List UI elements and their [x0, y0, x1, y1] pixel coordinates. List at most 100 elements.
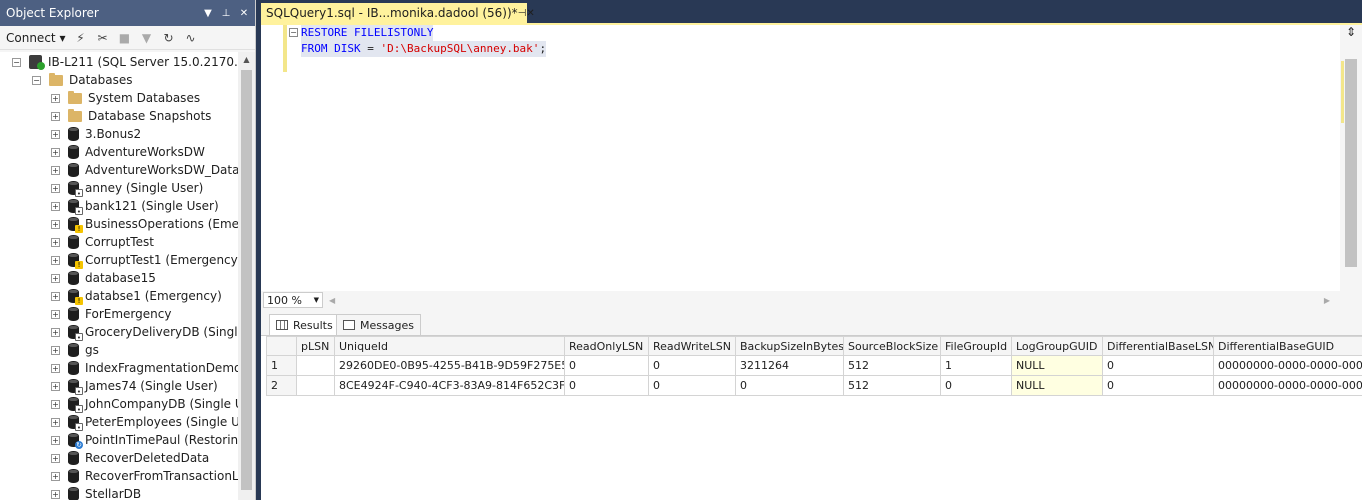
column-header[interactable]: FileGroupId — [940, 336, 1012, 356]
object-explorer-scrollbar[interactable]: ▲ — [238, 52, 255, 500]
scroll-left-icon[interactable]: ◀ — [329, 296, 335, 305]
scroll-right-icon[interactable]: ▶ — [1324, 296, 1330, 305]
table-cell[interactable]: 0 — [1102, 355, 1214, 376]
table-cell[interactable] — [296, 375, 335, 396]
expand-icon[interactable]: + — [51, 165, 60, 175]
close-icon[interactable]: ✕ — [237, 8, 251, 19]
table-cell[interactable]: NULL — [1011, 355, 1103, 376]
pin-icon[interactable]: ⊥ — [219, 8, 233, 19]
tree-item[interactable]: + database15 — [51, 269, 156, 287]
tree-item[interactable]: + System Databases — [51, 89, 200, 107]
tree-item[interactable]: + •PeterEmployees (Single User — [51, 413, 238, 432]
tree-item[interactable]: + gs — [51, 341, 99, 359]
table-cell[interactable]: 8CE4924F-C940-4CF3-83A9-814F652C3FA4 — [334, 375, 565, 396]
editor-vertical-scrollbar[interactable]: ⇕ — [1340, 25, 1362, 291]
table-cell[interactable]: 0 — [564, 375, 649, 396]
stop-icon[interactable]: ■ — [117, 31, 131, 45]
expand-icon[interactable]: + — [51, 93, 60, 103]
table-row[interactable]: 2 8CE4924F-C940-4CF3-83A9-814F652C3FA4 0 0 0… — [266, 375, 1362, 396]
tree-item[interactable]: + IndexFragmentationDemo — [51, 359, 238, 377]
table-cell[interactable]: 3211264 — [735, 355, 844, 376]
expand-icon[interactable]: + — [51, 345, 60, 355]
disconnect-icon[interactable]: ✂ — [95, 31, 109, 45]
table-cell[interactable]: 00000000-0000-0000-0000 — [1213, 355, 1362, 376]
table-cell[interactable]: NULL — [1011, 375, 1103, 396]
table-cell[interactable]: 1 — [940, 355, 1012, 376]
tree-item[interactable]: + CorruptTest — [51, 233, 154, 251]
tree-item[interactable]: + StellarDB — [51, 485, 141, 500]
column-header[interactable] — [266, 336, 297, 356]
expand-icon[interactable]: + — [51, 201, 60, 211]
table-cell[interactable]: 0 — [1102, 375, 1214, 396]
expand-icon[interactable]: + — [51, 255, 60, 265]
expand-icon[interactable]: + — [51, 471, 60, 481]
expand-icon[interactable]: + — [51, 453, 60, 463]
tree-item[interactable]: + AdventureWorksDW — [51, 143, 205, 161]
table-cell[interactable]: 0 — [648, 375, 736, 396]
expand-icon[interactable]: + — [51, 183, 60, 193]
tree-server-node[interactable]: − IB-L211 (SQL Server 15.0.2170.1 - STE — [12, 53, 238, 71]
editor-scrollbar-thumb[interactable] — [1345, 59, 1357, 267]
column-header[interactable]: SourceBlockSize — [843, 336, 941, 356]
expand-icon[interactable]: + — [51, 291, 60, 301]
activity-monitor-icon[interactable]: ∿ — [183, 31, 197, 45]
collapse-icon[interactable]: − — [32, 75, 41, 85]
tree-item[interactable]: + ForEmergency — [51, 305, 171, 323]
zoom-dropdown[interactable]: 100 % ▼ — [263, 292, 323, 308]
expand-icon[interactable]: + — [51, 399, 60, 409]
expand-icon[interactable]: + — [51, 435, 60, 445]
tree-item[interactable]: + • anney (Single User) — [51, 179, 203, 198]
tree-item[interactable]: +! databse1 (Emergency) — [51, 287, 222, 305]
column-header[interactable]: DifferentialBaseLSN — [1102, 336, 1214, 356]
column-header[interactable]: DifferentialBaseGUID — [1213, 336, 1362, 356]
tree-item[interactable]: + ↻ PointInTimePaul (Restoring.. — [51, 431, 238, 449]
column-header[interactable]: UniqueId — [334, 336, 565, 356]
expand-icon[interactable]: + — [51, 381, 60, 391]
expand-icon[interactable]: + — [51, 147, 60, 157]
scroll-up-icon[interactable]: ▲ — [238, 52, 255, 68]
query-editor[interactable]: − RESTORE FILELISTONLY FROM DISK = 'D:\B… — [261, 25, 1362, 291]
table-cell[interactable]: 00000000-0000-0000-0000 — [1213, 375, 1362, 396]
tree-item[interactable]: +!BusinessOperations (Emerge — [51, 215, 238, 233]
tab-messages[interactable]: Messages — [336, 314, 421, 335]
column-header[interactable]: ReadOnlyLSN — [564, 336, 649, 356]
tree-item[interactable]: +3.Bonus2 — [51, 125, 141, 143]
table-cell[interactable]: 512 — [843, 355, 941, 376]
tree-item[interactable]: +! CorruptTest1 (Emergency) — [51, 251, 238, 269]
expand-icon[interactable]: + — [51, 273, 60, 283]
expand-icon[interactable]: + — [51, 489, 60, 499]
tree-item[interactable]: + AdventureWorksDW_Data — [51, 161, 238, 179]
row-number[interactable]: 2 — [266, 375, 297, 396]
expand-icon[interactable]: + — [51, 111, 60, 121]
row-number[interactable]: 1 — [266, 355, 297, 376]
split-window-icon[interactable]: ⇕ — [1340, 25, 1362, 41]
expand-icon[interactable]: + — [51, 363, 60, 373]
tree-databases-node[interactable]: − Databases — [32, 71, 133, 89]
expand-icon[interactable]: + — [51, 237, 60, 247]
column-header[interactable]: LogGroupGUID — [1011, 336, 1103, 356]
tree-item[interactable]: + • James74 (Single User) — [51, 377, 218, 396]
results-grid[interactable]: pLSN UniqueId ReadOnlyLSN ReadWriteLSN Backu… — [266, 336, 1362, 396]
tree-item[interactable]: + RecoverFromTransactionLog — [51, 467, 238, 485]
table-cell[interactable]: 0 — [940, 375, 1012, 396]
table-cell[interactable]: 0 — [735, 375, 844, 396]
table-cell[interactable]: 0 — [564, 355, 649, 376]
tree-item[interactable]: + • bank121 (Single User) — [51, 197, 219, 216]
window-position-icon[interactable]: ▼ — [201, 8, 215, 19]
refresh-icon[interactable]: ↻ — [161, 31, 175, 45]
table-row[interactable]: 1 29260DE0-0B95-4255-B41B-9D59F275E586 0 0 3… — [266, 355, 1362, 376]
expand-icon[interactable]: + — [51, 219, 60, 229]
expand-icon[interactable]: + — [51, 327, 60, 337]
column-header[interactable]: ReadWriteLSN — [648, 336, 736, 356]
scrollbar-thumb[interactable] — [241, 70, 252, 490]
tree-item[interactable]: + Database Snapshots — [51, 107, 211, 125]
tree-item[interactable]: + •GroceryDeliveryDB (Single U — [51, 323, 238, 342]
table-cell[interactable] — [296, 355, 335, 376]
connect-plug-icon[interactable]: ⚡ — [73, 31, 87, 45]
column-header[interactable]: pLSN — [296, 336, 335, 356]
sql-code[interactable]: RESTORE FILELISTONLY FROM DISK = 'D:\Bac… — [288, 25, 547, 57]
tree-item[interactable]: + RecoverDeletedData — [51, 449, 209, 467]
collapse-icon[interactable]: − — [12, 57, 21, 67]
expand-icon[interactable]: + — [51, 129, 60, 139]
tree-item[interactable]: + •JohnCompanyDB (Single Use — [51, 395, 238, 414]
